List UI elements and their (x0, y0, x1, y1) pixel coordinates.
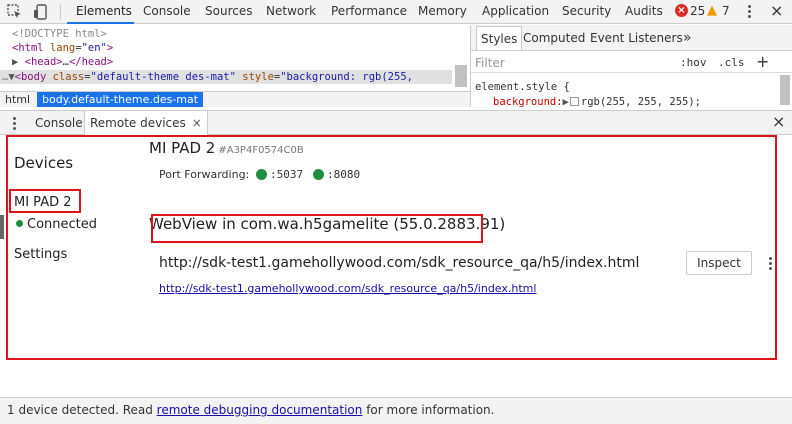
warning-count[interactable]: 7 (722, 0, 730, 24)
status-suffix: for more information. (362, 403, 495, 417)
body-class-attr: class (52, 71, 85, 83)
breadcrumb-html[interactable]: html (5, 92, 30, 107)
inspect-element-icon[interactable] (6, 3, 24, 21)
html-line[interactable]: <html lang="en"> (12, 41, 113, 55)
property-name: background: (493, 96, 563, 107)
head-close-tag: head (81, 56, 107, 68)
breadcrumb: html body.default-theme.des-mat (0, 91, 470, 107)
drawer-tab-bar: Console Remote devices × × (0, 110, 792, 135)
docs-link[interactable]: remote debugging documentation (157, 403, 363, 417)
doctype-line[interactable]: <!DOCTYPE html> (12, 27, 107, 41)
tab-application[interactable]: Application (482, 0, 549, 24)
drawer-tab-console[interactable]: Console (30, 111, 88, 135)
left-accent-bar (0, 215, 4, 239)
head-line[interactable]: ▶ <head>…</head> (12, 55, 113, 69)
html-attr-value: "en" (81, 42, 107, 54)
annotation-box-webview (151, 214, 483, 243)
tab-audits[interactable]: Audits (625, 0, 663, 24)
close-drawer-icon[interactable]: × (772, 112, 785, 132)
tab-styles[interactable]: Styles (476, 26, 523, 50)
close-tab-icon[interactable]: × (192, 116, 202, 130)
tab-memory[interactable]: Memory (418, 0, 467, 24)
drawer-tab-remote-devices[interactable]: Remote devices × (84, 111, 208, 135)
tab-network[interactable]: Network (266, 0, 316, 24)
tab-console[interactable]: Console (143, 0, 191, 24)
annotation-box-content (6, 135, 777, 360)
rule-selector[interactable]: element.style { (475, 80, 570, 94)
tab-event-listeners[interactable]: Event Listeners (590, 26, 683, 50)
elements-scrollbar[interactable] (455, 65, 467, 87)
drawer-menu-icon[interactable] (13, 116, 17, 132)
hov-toggle[interactable]: :hov (680, 53, 707, 73)
head-tag: head (30, 56, 57, 68)
styles-sidebar: Styles Computed Event Listeners » Filter… (470, 25, 792, 107)
body-class-value: "default-theme des-mat" (90, 71, 236, 83)
color-swatch-icon[interactable] (569, 97, 579, 106)
styles-tab-bar: Styles Computed Event Listeners » (471, 25, 792, 51)
annotation-box-device (9, 189, 81, 213)
property-value: rgb(255, 255, 255); (580, 96, 701, 107)
devtools-tab-bar: Elements Console Sources Network Perform… (0, 0, 792, 24)
tab-computed[interactable]: Computed (523, 26, 585, 50)
status-bar: 1 device detected. Read remote debugging… (0, 397, 792, 424)
tab-sources[interactable]: Sources (205, 0, 252, 24)
toolbar-separator (60, 4, 61, 20)
tab-security[interactable]: Security (562, 0, 611, 24)
expand-triangle-icon[interactable]: ▶ (563, 96, 569, 107)
drawer-tab-remote-devices-label: Remote devices (90, 116, 186, 130)
status-prefix: 1 device detected. Read (7, 403, 157, 417)
new-rule-icon[interactable]: + (756, 53, 769, 71)
tab-elements[interactable]: Elements (67, 0, 134, 24)
rule-property[interactable]: background:▶ rgb(255, 255, 255); (493, 95, 701, 107)
body-style-value: "background: rgb(255, (280, 71, 413, 83)
device-toolbar-icon[interactable] (32, 3, 50, 21)
tab-performance[interactable]: Performance (331, 0, 407, 24)
warning-icon[interactable]: ▲ (707, 3, 717, 19)
close-devtools-icon[interactable]: × (770, 0, 783, 22)
html-attr: lang (49, 42, 76, 54)
styles-scrollbar[interactable] (780, 75, 790, 105)
customize-devtools-icon[interactable] (748, 4, 752, 20)
styles-filter-row: Filter :hov .cls + (471, 53, 792, 73)
error-count[interactable]: 25 (690, 0, 705, 24)
body-tag: body (20, 71, 47, 83)
error-icon[interactable]: × (675, 4, 688, 17)
expand-triangle-icon[interactable]: ▶ (12, 56, 18, 68)
breadcrumb-body[interactable]: body.default-theme.des-mat (37, 92, 204, 107)
styles-filter-input[interactable]: Filter (475, 53, 505, 73)
more-tabs-icon[interactable]: » (683, 26, 692, 50)
cls-toggle[interactable]: .cls (718, 53, 745, 73)
body-line[interactable]: …▼<body class="default-theme des-mat" st… (0, 70, 452, 84)
html-tag: html (18, 42, 44, 54)
body-style-attr: style (242, 71, 274, 83)
